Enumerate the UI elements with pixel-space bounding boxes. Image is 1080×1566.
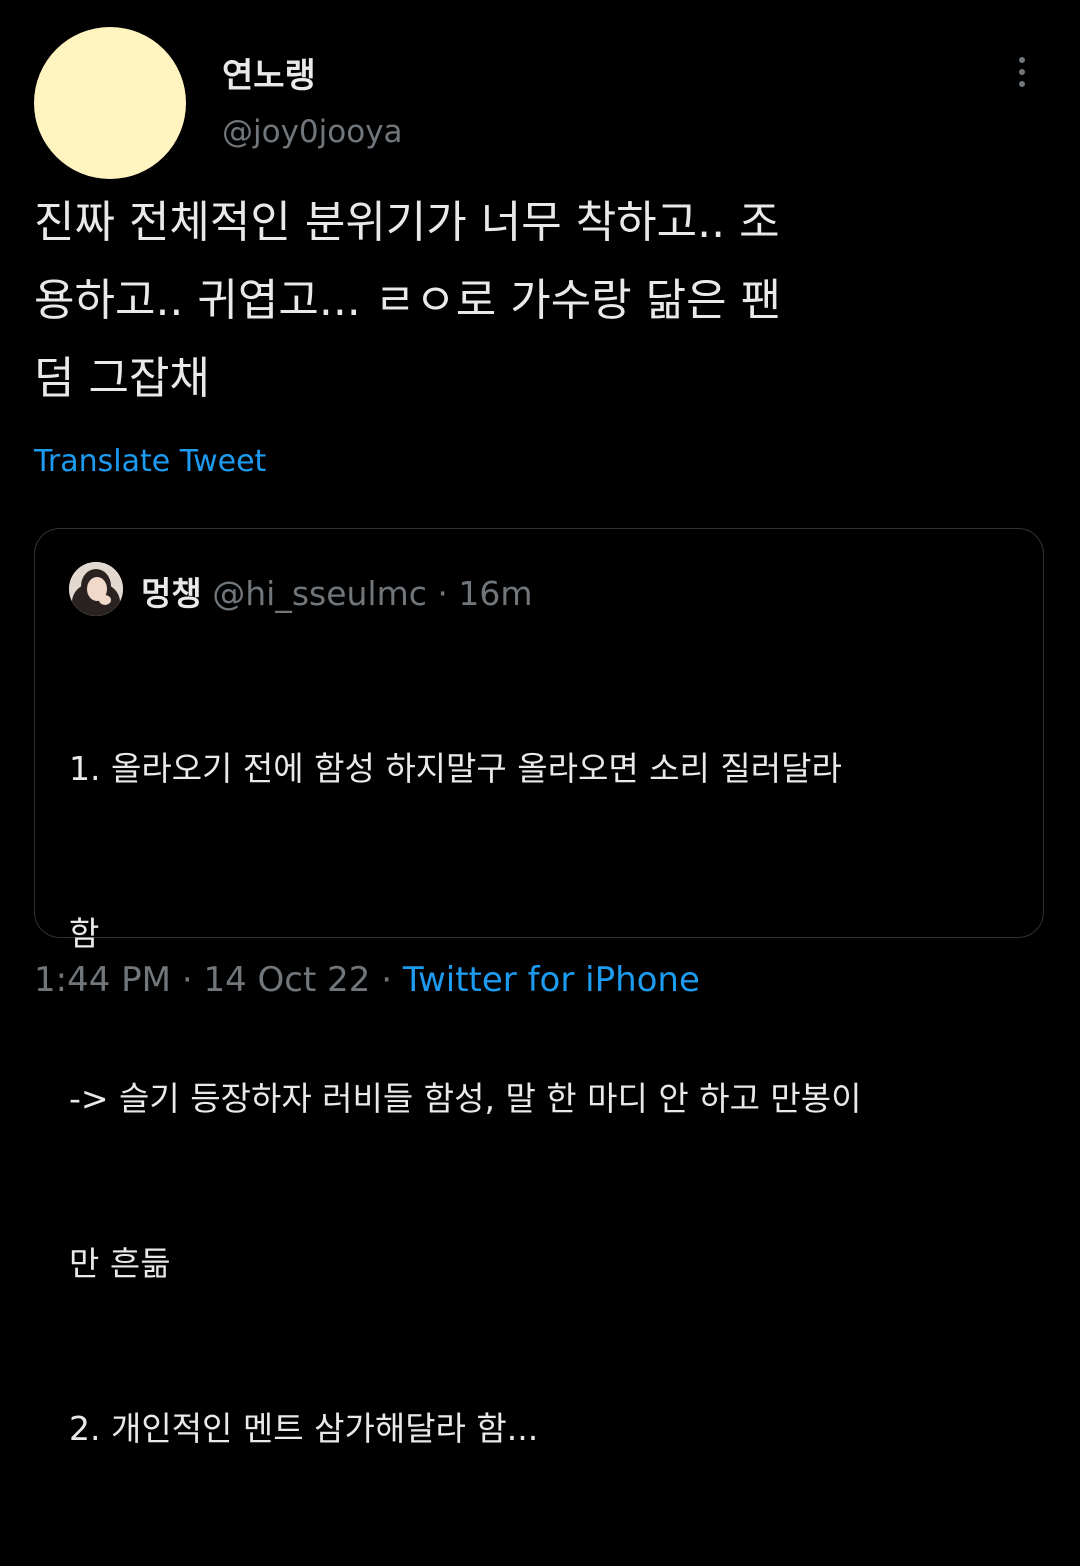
quoted-author-name: 멍챙: [141, 574, 202, 613]
quoted-text-line: -> 슬기 등장하자 러비들 함성, 말 한 마디 안 하고 만봉이: [69, 1079, 862, 1118]
quoted-text-line: 2. 개인적인 멘트 삼가해달라 함...: [69, 1409, 539, 1448]
tweet-source-link[interactable]: Twitter for iPhone: [403, 960, 700, 1000]
quoted-author-handle: @hi_sseulmc: [212, 574, 427, 613]
tweet-text: 진짜 전체적인 분위기가 너무 착하고.. 조 용하고.. 귀엽고... ㄹㅇ로…: [34, 197, 782, 404]
quoted-author-avatar-image: [69, 562, 123, 616]
translate-tweet-link[interactable]: Translate Tweet: [34, 444, 266, 479]
quoted-author-avatar: [69, 562, 123, 616]
meta-separator: ·: [381, 960, 392, 1000]
tweet-time[interactable]: 1:44 PM: [34, 960, 171, 1000]
quoted-tweet-header: 멍챙 @hi_sseulmc · 16m: [141, 567, 533, 615]
quoted-text-line: 만 흔듦: [69, 1244, 171, 1283]
quoted-tweet-card[interactable]: 멍챙 @hi_sseulmc · 16m 1. 올라오기 전에 함성 하지말구 …: [34, 528, 1044, 1448]
quoted-header-separator: ·: [437, 574, 448, 613]
quoted-text-line: 1. 올라오기 전에 함성 하지말구 올라오면 소리 질러달라: [69, 749, 842, 788]
more-vertical-icon: [1019, 57, 1025, 63]
quoted-tweet-text: 1. 올라오기 전에 함성 하지말구 올라오면 소리 질러달라 함 -> 슬기 …: [69, 631, 1019, 1566]
author-handle[interactable]: @joy0jooya: [222, 114, 403, 150]
tweet-meta-row: 1:44 PM · 14 Oct 22 · Twitter for iPhone: [34, 960, 700, 1000]
more-vertical-icon-dot: [1019, 81, 1025, 87]
more-vertical-icon-dot: [1019, 69, 1025, 75]
more-options-button[interactable]: [1002, 52, 1042, 92]
quoted-tweet-time: 16m: [458, 574, 533, 613]
author-avatar[interactable]: [34, 27, 186, 179]
author-display-name[interactable]: 연노랭: [222, 48, 316, 97]
meta-separator: ·: [181, 960, 193, 1000]
quoted-text-line: 함: [69, 914, 100, 953]
tweet-date[interactable]: 14 Oct 22: [203, 960, 370, 1000]
